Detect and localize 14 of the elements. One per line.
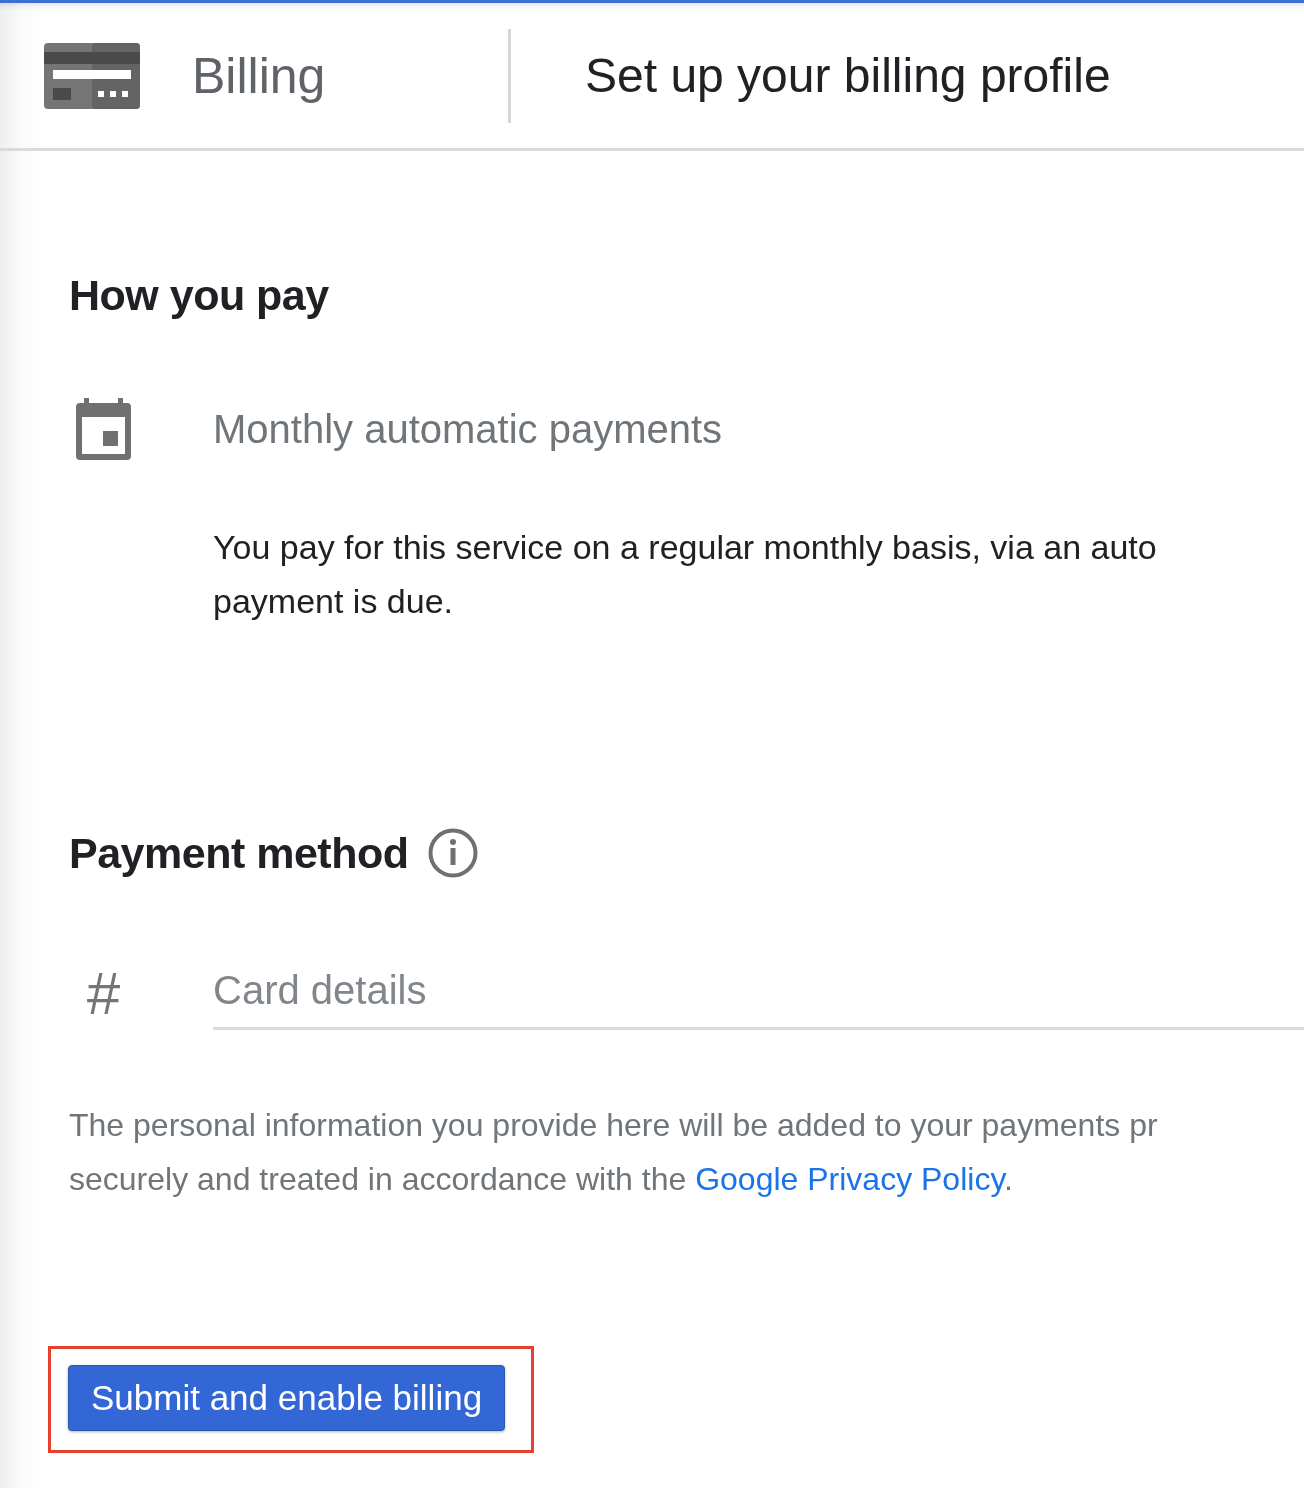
privacy-notice: The personal information you provide here will be added to your payments pr securely and treated in accordance with the Google Privacy Policy. (69, 1106, 1159, 1199)
page-title: Set up your billing profile (585, 48, 1111, 103)
section-heading: Payment method (69, 828, 409, 878)
calendar-icon (76, 398, 131, 460)
section-title: Billing (192, 46, 327, 105)
info-icon[interactable] (428, 828, 479, 878)
payment-option: Monthly automatic payments (213, 406, 723, 452)
section-heading: How you pay (69, 271, 330, 320)
payment-description: You pay for this service on a regular monthly basis, via an auto payment is due. (213, 527, 1158, 622)
privacy-policy-link[interactable]: Google Privacy Policy (695, 1161, 1004, 1197)
submit-button[interactable]: Submit and enable billing (68, 1365, 506, 1431)
credit-card-icon (44, 42, 140, 109)
hash-icon: # (86, 964, 120, 1024)
card-details-field[interactable]: Card details (213, 958, 1304, 1030)
